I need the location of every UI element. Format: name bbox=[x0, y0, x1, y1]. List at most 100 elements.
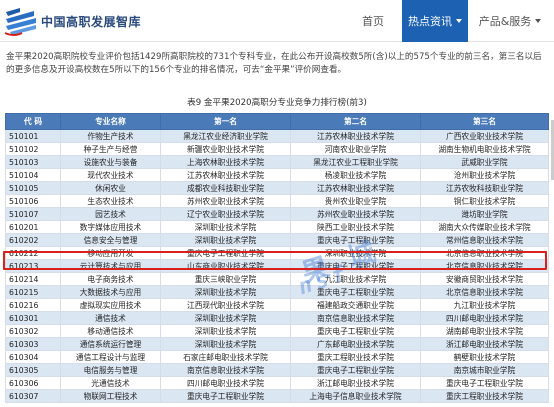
cell-code: 510101 bbox=[5, 129, 61, 143]
cell-major: 作物生产技术 bbox=[60, 129, 161, 143]
cell-major: 电子商务技术 bbox=[60, 272, 161, 286]
cell-third: 广西农业职业技术学院 bbox=[420, 129, 549, 143]
nav-home-label: 首页 bbox=[362, 15, 384, 28]
cell-third: 潍坊职业学院 bbox=[420, 207, 549, 221]
cell-third: 安徽商贸职业技术学院 bbox=[420, 272, 549, 286]
cell-first: 重庆三峡职业学院 bbox=[160, 272, 291, 286]
col-header-third: 第三名 bbox=[420, 113, 549, 130]
highlight-box bbox=[3, 251, 547, 270]
cell-second: 福建船政交通职业学院 bbox=[290, 298, 421, 312]
col-header-second: 第二名 bbox=[290, 113, 421, 130]
cell-code: 610304 bbox=[5, 350, 61, 364]
cell-second: 苏州农业职业技术学院 bbox=[290, 207, 421, 221]
cell-first: 深圳职业技术学院 bbox=[160, 337, 291, 351]
cell-code: 610303 bbox=[5, 337, 61, 351]
table-row: 510102 种子生产与经营 新疆农业职业技术学院 河南农业职业学院 湖南生物机电职业技… bbox=[5, 142, 549, 156]
cell-major: 种子生产与经营 bbox=[60, 142, 161, 156]
cell-first: 南京信息职业技术学院 bbox=[160, 363, 291, 377]
table-row: 610303 通信系统运行管理 深圳职业技术学院 广东邮电职业技术学院 浙江邮电职业技术… bbox=[5, 337, 549, 351]
table-row: 610201 数字媒体应用技术 深圳职业技术学院 陕西工业职业技术学院 湖南大众传媒职业… bbox=[5, 220, 549, 234]
cell-major: 生态农业技术 bbox=[60, 194, 161, 208]
table-row: 610306 光通信技术 四川邮电职业技术学院 浙江邮电职业技术学院 重庆电子工程职业学… bbox=[5, 376, 549, 390]
cell-code: 610307 bbox=[5, 389, 61, 403]
cell-third: 北京信息职业技术学院 bbox=[420, 285, 549, 299]
cell-first: 深圳职业技术学院 bbox=[160, 311, 291, 325]
chevron-down-icon bbox=[535, 19, 542, 23]
col-header-code: 代 码 bbox=[5, 113, 61, 130]
cell-third: 江苏农牧科技职业学院 bbox=[420, 181, 549, 195]
cell-second: 河南农业职业学院 bbox=[290, 142, 421, 156]
nav-products-label: 产品&服务 bbox=[478, 15, 532, 28]
cell-second: 贵州农业职业学院 bbox=[290, 194, 421, 208]
table-row: 510105 休闲农业 成都农业科技职业学院 江苏农林职业技术学院 江苏农牧科技职业学院 bbox=[5, 181, 549, 195]
table-row: 610301 通信技术 深圳职业技术学院 南京信息职业技术学院 四川邮电职业技术学院 bbox=[5, 311, 549, 325]
table-caption: 表9 金平果2020高职分专业竞争力排行榜(前3) bbox=[187, 98, 367, 108]
nav-hot-news-label: 热点资讯 bbox=[408, 15, 452, 28]
table-row: 510103 设施农业与装备 上海农林职业技术学院 黑龙江农业工程职业学院 武威职业学院 bbox=[5, 155, 549, 169]
cell-code: 610216 bbox=[5, 298, 61, 312]
cell-first: 四川邮电职业技术学院 bbox=[160, 376, 291, 390]
table-row: 510104 现代农业技术 江苏农林职业技术学院 杨凌职业技术学院 沧州职业技术学院 bbox=[5, 168, 549, 182]
cell-first: 苏州农业职业技术学院 bbox=[160, 194, 291, 208]
cell-third: 湖南邮电职业技术学院 bbox=[420, 324, 549, 338]
cell-third: 重庆工程职业技术学院 bbox=[420, 389, 549, 403]
cell-major: 物联网工程技术 bbox=[60, 389, 161, 403]
cell-code: 510102 bbox=[5, 142, 61, 156]
cell-code: 510103 bbox=[5, 155, 61, 169]
cell-code: 610302 bbox=[5, 324, 61, 338]
cell-third: 浙江邮电职业技术学院 bbox=[420, 337, 549, 351]
cell-major: 通信系统运行管理 bbox=[60, 337, 161, 351]
cell-second: 南京信息职业技术学院 bbox=[290, 311, 421, 325]
table-row: 610305 电信服务与管理 南京信息职业技术学院 重庆电子工程职业学院 南京城市职业学… bbox=[5, 363, 549, 377]
site-logo[interactable]: 中国高职发展智库 bbox=[4, 4, 141, 38]
cell-code: 510107 bbox=[5, 207, 61, 221]
cell-code: 610305 bbox=[5, 363, 61, 377]
cell-code: 510106 bbox=[5, 194, 61, 208]
cell-third: 四川邮电职业技术学院 bbox=[420, 311, 549, 325]
cell-first: 新疆农业职业技术学院 bbox=[160, 142, 291, 156]
cell-second: 黑龙江农业工程职业学院 bbox=[290, 155, 421, 169]
top-navigation-bar: 中国高职发展智库 首页 热点资讯 产品&服务 bbox=[0, 0, 554, 42]
intro-paragraph: 金平果2020高职院校专业评价包括1429所高职院校的731个专科专业，在此公布… bbox=[6, 51, 550, 77]
table-row: 610216 虚拟现实应用技术 江西现代职业技术学院 福建船政交通职业学院 九江职业技术… bbox=[5, 298, 549, 312]
cell-first: 深圳职业技术学院 bbox=[160, 233, 291, 247]
nav-home[interactable]: 首页 bbox=[345, 0, 401, 42]
table-row: 610307 物联网工程技术 重庆电子工程职业学院 上海电子信息职业技术学院 重庆工程职… bbox=[5, 389, 549, 403]
cell-third: 鹤壁职业技术学院 bbox=[420, 350, 549, 364]
cell-third: 沧州职业技术学院 bbox=[420, 168, 549, 182]
intro-line: 的更多信息及开设高校数在5所以下的156个专业的排名情况，可去“金平果”评价网查… bbox=[6, 65, 347, 75]
cell-code: 610214 bbox=[5, 272, 61, 286]
cell-third: 铜仁职业技术学院 bbox=[420, 194, 549, 208]
cell-third: 南京城市职业学院 bbox=[420, 363, 549, 377]
table-row: 510107 园艺技术 辽宁农业职业技术学院 苏州农业职业技术学院 潍坊职业学院 bbox=[5, 207, 549, 221]
cell-major: 设施农业与装备 bbox=[60, 155, 161, 169]
cell-third: 武威职业学院 bbox=[420, 155, 549, 169]
cell-major: 电信服务与管理 bbox=[60, 363, 161, 377]
cell-first: 成都农业科技职业学院 bbox=[160, 181, 291, 195]
nav-hot-news[interactable]: 热点资讯 bbox=[402, 0, 468, 42]
cell-major: 通信工程设计与监理 bbox=[60, 350, 161, 364]
cell-code: 610215 bbox=[5, 285, 61, 299]
col-header-first: 第一名 bbox=[160, 113, 291, 130]
cell-second: 广东邮电职业技术学院 bbox=[290, 337, 421, 351]
intro-line: 金平果2020高职院校专业评价包括1429所高职院校的731个专科专业，在此公布… bbox=[6, 52, 542, 62]
logo-text: 中国高职发展智库 bbox=[41, 14, 142, 29]
table-row: 610214 电子商务技术 重庆三峡职业学院 九江职业技术学院 安徽商贸职业技术学院 bbox=[5, 272, 549, 286]
cell-code: 610301 bbox=[5, 311, 61, 325]
nav-products-services[interactable]: 产品&服务 bbox=[470, 0, 550, 42]
cell-major: 大数据技术与应用 bbox=[60, 285, 161, 299]
cell-first: 辽宁农业职业技术学院 bbox=[160, 207, 291, 221]
cell-second: 浙江邮电职业技术学院 bbox=[290, 376, 421, 390]
cell-first: 石家庄邮电职业技术学院 bbox=[160, 350, 291, 364]
table-header-row: 代 码 专业名称 第一名 第二名 第三名 bbox=[5, 113, 549, 130]
cell-third: 常州信息职业技术学院 bbox=[420, 233, 549, 247]
table-row: 610202 信息安全与管理 深圳职业技术学院 重庆电子工程职业学院 常州信息职业技术学… bbox=[5, 233, 549, 247]
cell-second: 杨凌职业技术学院 bbox=[290, 168, 421, 182]
cell-first: 深圳职业技术学院 bbox=[160, 220, 291, 234]
cell-third: 湖南大众传媒职业技术学院 bbox=[420, 220, 549, 234]
logo-mark-icon bbox=[4, 8, 36, 36]
cell-major: 通信技术 bbox=[60, 311, 161, 325]
cell-second: 江苏农林职业技术学院 bbox=[290, 181, 421, 195]
cell-first: 黑龙江农业经济职业学院 bbox=[160, 129, 291, 143]
cell-third: 湖南生物机电职业技术学院 bbox=[420, 142, 549, 156]
